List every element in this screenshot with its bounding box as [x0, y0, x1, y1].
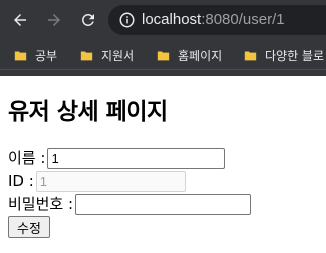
browser-toolbar: localhost:8080/user/1: [0, 0, 326, 40]
password-row: 비밀번호 :: [8, 193, 252, 215]
bookmark-folder-study[interactable]: 공부: [14, 46, 57, 64]
forward-button[interactable]: [42, 8, 66, 32]
password-label: 비밀번호 :: [8, 195, 74, 213]
bookmark-label: 공부: [35, 48, 58, 63]
folder-icon: [80, 50, 93, 60]
id-input: [35, 170, 186, 192]
submit-button[interactable]: 수정: [8, 216, 50, 238]
url-path: :8080/user/1: [201, 11, 285, 28]
bookmark-label: 홈페이지: [178, 48, 223, 63]
id-label: ID :: [8, 172, 34, 190]
url-text: localhost:8080/user/1: [142, 11, 285, 29]
info-icon[interactable]: [118, 11, 136, 29]
page-title: 유저 상세 페이지: [8, 99, 168, 125]
bookmark-label: 지원서: [101, 48, 135, 63]
name-label: 이름 :: [8, 149, 46, 167]
back-button[interactable]: [8, 8, 32, 32]
arrow-left-icon: [14, 14, 26, 26]
address-bar[interactable]: localhost:8080/user/1: [108, 5, 326, 35]
browser-chrome: localhost:8080/user/1 공부 지원서 홈페이지 다양한 블로: [0, 0, 326, 76]
bookmark-label: 다양한 블로: [265, 48, 325, 63]
password-input[interactable]: [75, 193, 252, 215]
reload-icon: [81, 13, 94, 26]
folder-icon: [244, 50, 257, 60]
bookmark-folder-homepage[interactable]: 홈페이지: [157, 46, 222, 64]
folder-icon: [14, 50, 27, 60]
name-row: 이름 :: [8, 147, 226, 169]
arrow-right-icon: [48, 14, 60, 26]
reload-button[interactable]: [76, 8, 100, 32]
bookmark-folder-blogs[interactable]: 다양한 블로: [244, 46, 324, 64]
url-host: localhost: [142, 11, 202, 28]
bookmark-folder-applications[interactable]: 지원서: [80, 46, 134, 64]
id-row: ID :: [8, 170, 186, 192]
name-input[interactable]: [47, 147, 226, 169]
page-content: 유저 상세 페이지 이름 : ID : 비밀번호 : 수정: [0, 76, 326, 253]
folder-icon: [157, 50, 170, 60]
bookmarks-bar: 공부 지원서 홈페이지 다양한 블로: [0, 40, 326, 70]
